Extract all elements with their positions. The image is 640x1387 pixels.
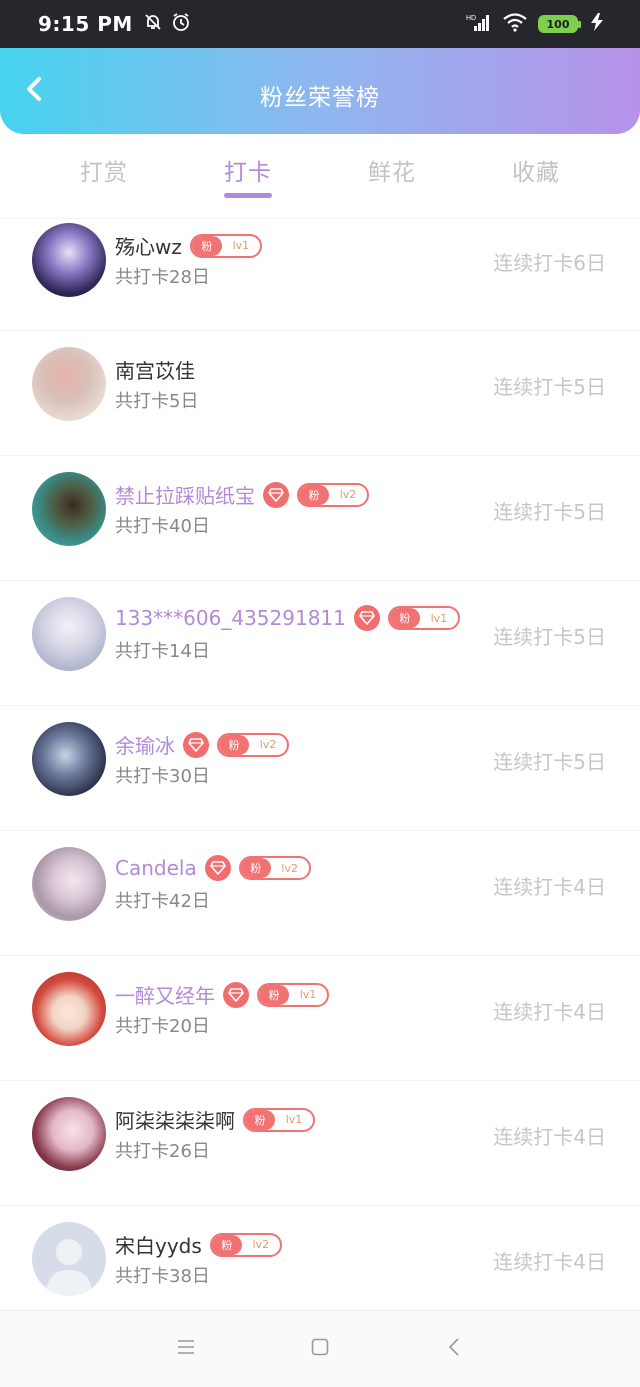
diamond-icon bbox=[223, 981, 249, 1008]
fan-level-badge: 粉 lv1 bbox=[257, 982, 329, 1007]
avatar[interactable] bbox=[32, 597, 106, 671]
tab-bar: 打赏 打卡 鲜花 收藏 bbox=[0, 134, 640, 218]
fan-level-badge: 粉 lv2 bbox=[297, 482, 369, 507]
total-checkins: 共打卡20日 bbox=[115, 1016, 210, 1037]
fan-level: lv1 bbox=[299, 988, 317, 1001]
list-item[interactable]: 禁止拉踩贴纸宝 粉 lv2 共打卡40日 连续打卡5日 bbox=[0, 455, 640, 580]
diamond-icon bbox=[353, 605, 380, 631]
tab-reward[interactable]: 打赏 bbox=[32, 134, 176, 218]
avatar[interactable] bbox=[32, 347, 106, 421]
default-avatar-icon bbox=[46, 1239, 92, 1296]
avatar[interactable] bbox=[32, 1097, 106, 1171]
fan-label: 粉 bbox=[299, 484, 329, 505]
fan-level-badge: 粉 lv2 bbox=[217, 732, 289, 757]
user-name[interactable]: 禁止拉踩贴纸宝 bbox=[115, 480, 255, 509]
fan-level: lv2 bbox=[259, 738, 277, 751]
avatar[interactable] bbox=[32, 722, 106, 796]
svg-text:HD: HD bbox=[466, 15, 476, 22]
list-item[interactable]: 阿柒柒柒柒啊 粉 lv1 共打卡26日 连续打卡4日 bbox=[0, 1080, 640, 1205]
wifi-icon bbox=[502, 12, 528, 36]
user-name[interactable]: 133***606_435291811 bbox=[115, 606, 346, 630]
tab-checkin[interactable]: 打卡 bbox=[176, 134, 320, 218]
fan-level-badge: 粉 lv1 bbox=[189, 233, 262, 258]
avatar[interactable] bbox=[32, 472, 106, 546]
diamond-icon bbox=[263, 481, 289, 508]
user-name[interactable]: 南宫苡佳 bbox=[115, 355, 195, 384]
streak-count: 连续打卡5日 bbox=[493, 750, 606, 774]
list-item[interactable]: 133***606_435291811 粉 lv1 共打卡14日 连续打卡5日 bbox=[0, 580, 640, 705]
streak-count: 连续打卡6日 bbox=[493, 251, 606, 275]
user-name[interactable]: 余瑜冰 bbox=[115, 730, 175, 759]
fan-level: lv1 bbox=[232, 239, 250, 252]
streak-count: 连续打卡5日 bbox=[493, 625, 606, 649]
fan-level: lv2 bbox=[339, 488, 357, 501]
total-checkins: 共打卡42日 bbox=[115, 891, 210, 912]
streak-count: 连续打卡4日 bbox=[493, 1125, 606, 1149]
home-button[interactable] bbox=[303, 1332, 337, 1366]
list-item[interactable]: 南宫苡佳 共打卡5日 连续打卡5日 bbox=[0, 330, 640, 455]
list-item[interactable]: Candela 粉 lv2 共打卡42日 连续打卡4日 bbox=[0, 830, 640, 955]
total-checkins: 共打卡14日 bbox=[115, 641, 210, 662]
signal-icon: HD bbox=[466, 12, 492, 36]
fan-label: 粉 bbox=[240, 858, 271, 878]
fan-level-badge: 粉 lv1 bbox=[243, 1107, 315, 1132]
fan-label: 粉 bbox=[211, 1234, 242, 1255]
avatar[interactable] bbox=[32, 1222, 106, 1296]
user-name[interactable]: Candela bbox=[115, 856, 197, 880]
alarm-icon bbox=[171, 12, 191, 36]
total-checkins: 共打卡26日 bbox=[115, 1141, 210, 1162]
avatar[interactable] bbox=[32, 847, 106, 921]
diamond-icon bbox=[183, 731, 209, 758]
user-name[interactable]: 宋白yyds bbox=[115, 1230, 202, 1259]
home-icon bbox=[311, 1338, 329, 1360]
list-item[interactable]: 余瑜冰 粉 lv2 共打卡30日 连续打卡5日 bbox=[0, 705, 640, 830]
status-time: 9:15 PM bbox=[38, 12, 133, 36]
fan-level: lv2 bbox=[252, 1238, 270, 1251]
user-name[interactable]: 殇心wz bbox=[115, 231, 182, 260]
menu-button[interactable] bbox=[169, 1332, 203, 1366]
streak-count: 连续打卡4日 bbox=[493, 875, 606, 899]
page-title: 粉丝荣誉榜 bbox=[260, 85, 380, 111]
avatar[interactable] bbox=[32, 972, 106, 1046]
header: 粉丝荣誉榜 bbox=[0, 48, 640, 134]
avatar[interactable] bbox=[32, 223, 106, 297]
fan-level-badge: 粉 lv2 bbox=[238, 856, 311, 880]
total-checkins: 共打卡5日 bbox=[115, 391, 199, 412]
diamond-icon bbox=[204, 855, 231, 881]
fan-level: lv2 bbox=[281, 861, 298, 875]
back-nav-button[interactable] bbox=[437, 1332, 471, 1366]
fan-label: 粉 bbox=[259, 984, 289, 1005]
fan-label: 粉 bbox=[219, 734, 249, 755]
user-name[interactable]: 一醉又经年 bbox=[115, 980, 215, 1009]
fan-level-badge: 粉 lv1 bbox=[387, 606, 460, 630]
system-nav-bar bbox=[0, 1310, 640, 1387]
total-checkins: 共打卡28日 bbox=[115, 267, 210, 288]
streak-count: 连续打卡5日 bbox=[493, 500, 606, 524]
list-item[interactable]: 一醉又经年 粉 lv1 共打卡20日 连续打卡4日 bbox=[0, 955, 640, 1080]
fan-level: lv1 bbox=[430, 611, 448, 625]
total-checkins: 共打卡38日 bbox=[115, 1266, 210, 1287]
list-item[interactable]: 殇心wz 粉 lv1 共打卡28日 连续打卡6日 bbox=[0, 218, 640, 330]
streak-count: 连续打卡4日 bbox=[493, 1250, 606, 1274]
battery-icon: 100 bbox=[538, 15, 581, 33]
fan-level: lv1 bbox=[285, 1113, 303, 1126]
tab-flowers[interactable]: 鲜花 bbox=[320, 134, 464, 218]
fan-level-badge: 粉 lv2 bbox=[209, 1232, 282, 1257]
mute-icon bbox=[143, 12, 163, 36]
tab-favorites[interactable]: 收藏 bbox=[464, 134, 608, 218]
fan-list: 殇心wz 粉 lv1 共打卡28日 连续打卡6日 南宫苡佳 共打卡5日 连续打卡… bbox=[0, 218, 640, 1330]
total-checkins: 共打卡40日 bbox=[115, 516, 210, 537]
streak-count: 连续打卡5日 bbox=[493, 375, 606, 399]
fan-label: 粉 bbox=[245, 1109, 275, 1130]
back-icon bbox=[448, 1338, 460, 1360]
charging-icon bbox=[588, 12, 606, 36]
user-name[interactable]: 阿柒柒柒柒啊 bbox=[115, 1105, 235, 1134]
menu-icon bbox=[177, 1339, 195, 1359]
fan-label: 粉 bbox=[389, 608, 420, 628]
fan-label: 粉 bbox=[191, 235, 222, 256]
status-bar: 9:15 PM HD 100 bbox=[0, 0, 640, 48]
streak-count: 连续打卡4日 bbox=[493, 1000, 606, 1024]
total-checkins: 共打卡30日 bbox=[115, 766, 210, 787]
